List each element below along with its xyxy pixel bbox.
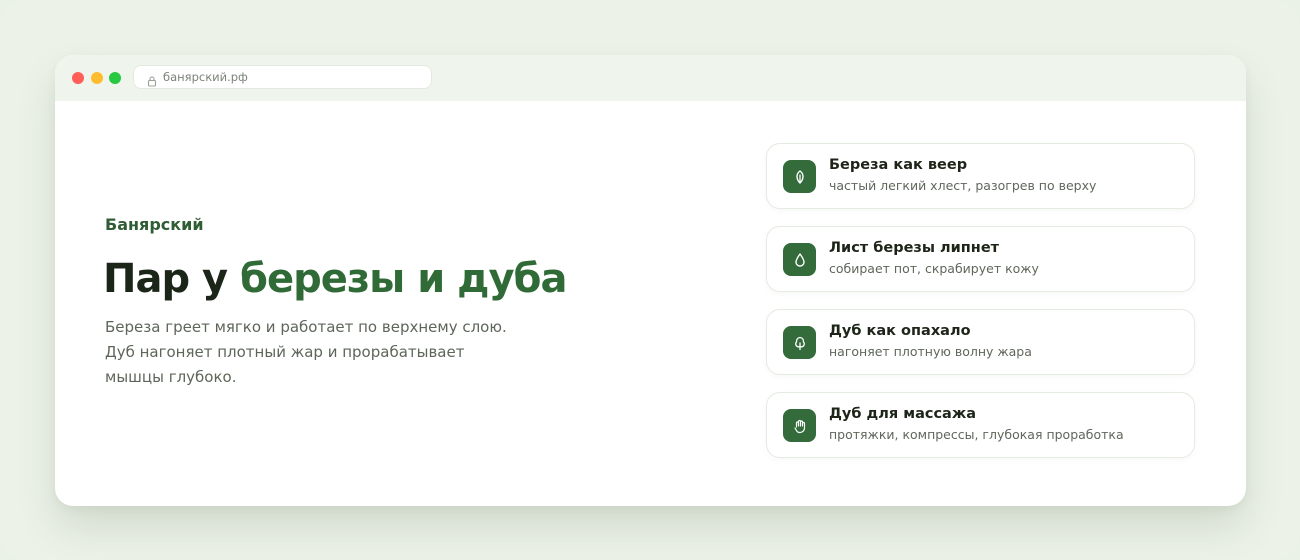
title-accent: березы и дуба xyxy=(240,256,567,302)
feature-card-oak-massage: Дуб для массажа протяжки, компрессы, глу… xyxy=(766,392,1195,458)
address-bar[interactable]: банярский.рф xyxy=(133,65,432,89)
feature-subtitle: протяжки, компрессы, глубокая проработка xyxy=(829,427,1124,442)
feature-subtitle: частый легкий хлест, разогрев по верху xyxy=(829,178,1097,193)
feature-title: Дуб как опахало xyxy=(829,323,971,339)
drop-icon xyxy=(783,243,816,276)
feature-title: Дуб для массажа xyxy=(829,406,977,422)
feature-subtitle: собирает пот, скрабирует кожу xyxy=(829,261,1039,276)
hero-description: Береза греет мягко и работает по верхнем… xyxy=(105,318,507,386)
feature-title: Лист березы липнет xyxy=(829,240,1000,256)
page-background: банярский.рф Банярский Пар у березы и ду… xyxy=(0,0,1300,560)
browser-window: банярский.рф Банярский Пар у березы и ду… xyxy=(55,55,1246,506)
close-window-button[interactable] xyxy=(72,72,84,84)
minimize-window-button[interactable] xyxy=(91,72,103,84)
feature-card-birch-leaf: Лист березы липнет собирает пот, скрабир… xyxy=(766,226,1195,292)
maximize-window-button[interactable] xyxy=(109,72,121,84)
lock-icon xyxy=(147,72,157,87)
feature-card-birch-fan: Береза как веер частый легкий хлест, раз… xyxy=(766,143,1195,209)
brand-name: Банярский xyxy=(105,215,204,234)
url-text: банярский.рф xyxy=(163,70,248,84)
browser-toolbar: банярский.рф xyxy=(55,55,1246,101)
hand-icon xyxy=(783,409,816,442)
tree-icon xyxy=(783,326,816,359)
feature-list: Береза как веер частый легкий хлест, раз… xyxy=(766,143,1195,475)
feature-subtitle: нагоняет плотную волну жара xyxy=(829,344,1032,359)
leaf-icon xyxy=(783,160,816,193)
feature-title: Береза как веер xyxy=(829,157,968,173)
feature-card-oak-fan: Дуб как опахало нагоняет плотную волну ж… xyxy=(766,309,1195,375)
title-start: Пар у xyxy=(103,256,241,302)
page-title: Пар у березы и дуба xyxy=(103,252,567,306)
